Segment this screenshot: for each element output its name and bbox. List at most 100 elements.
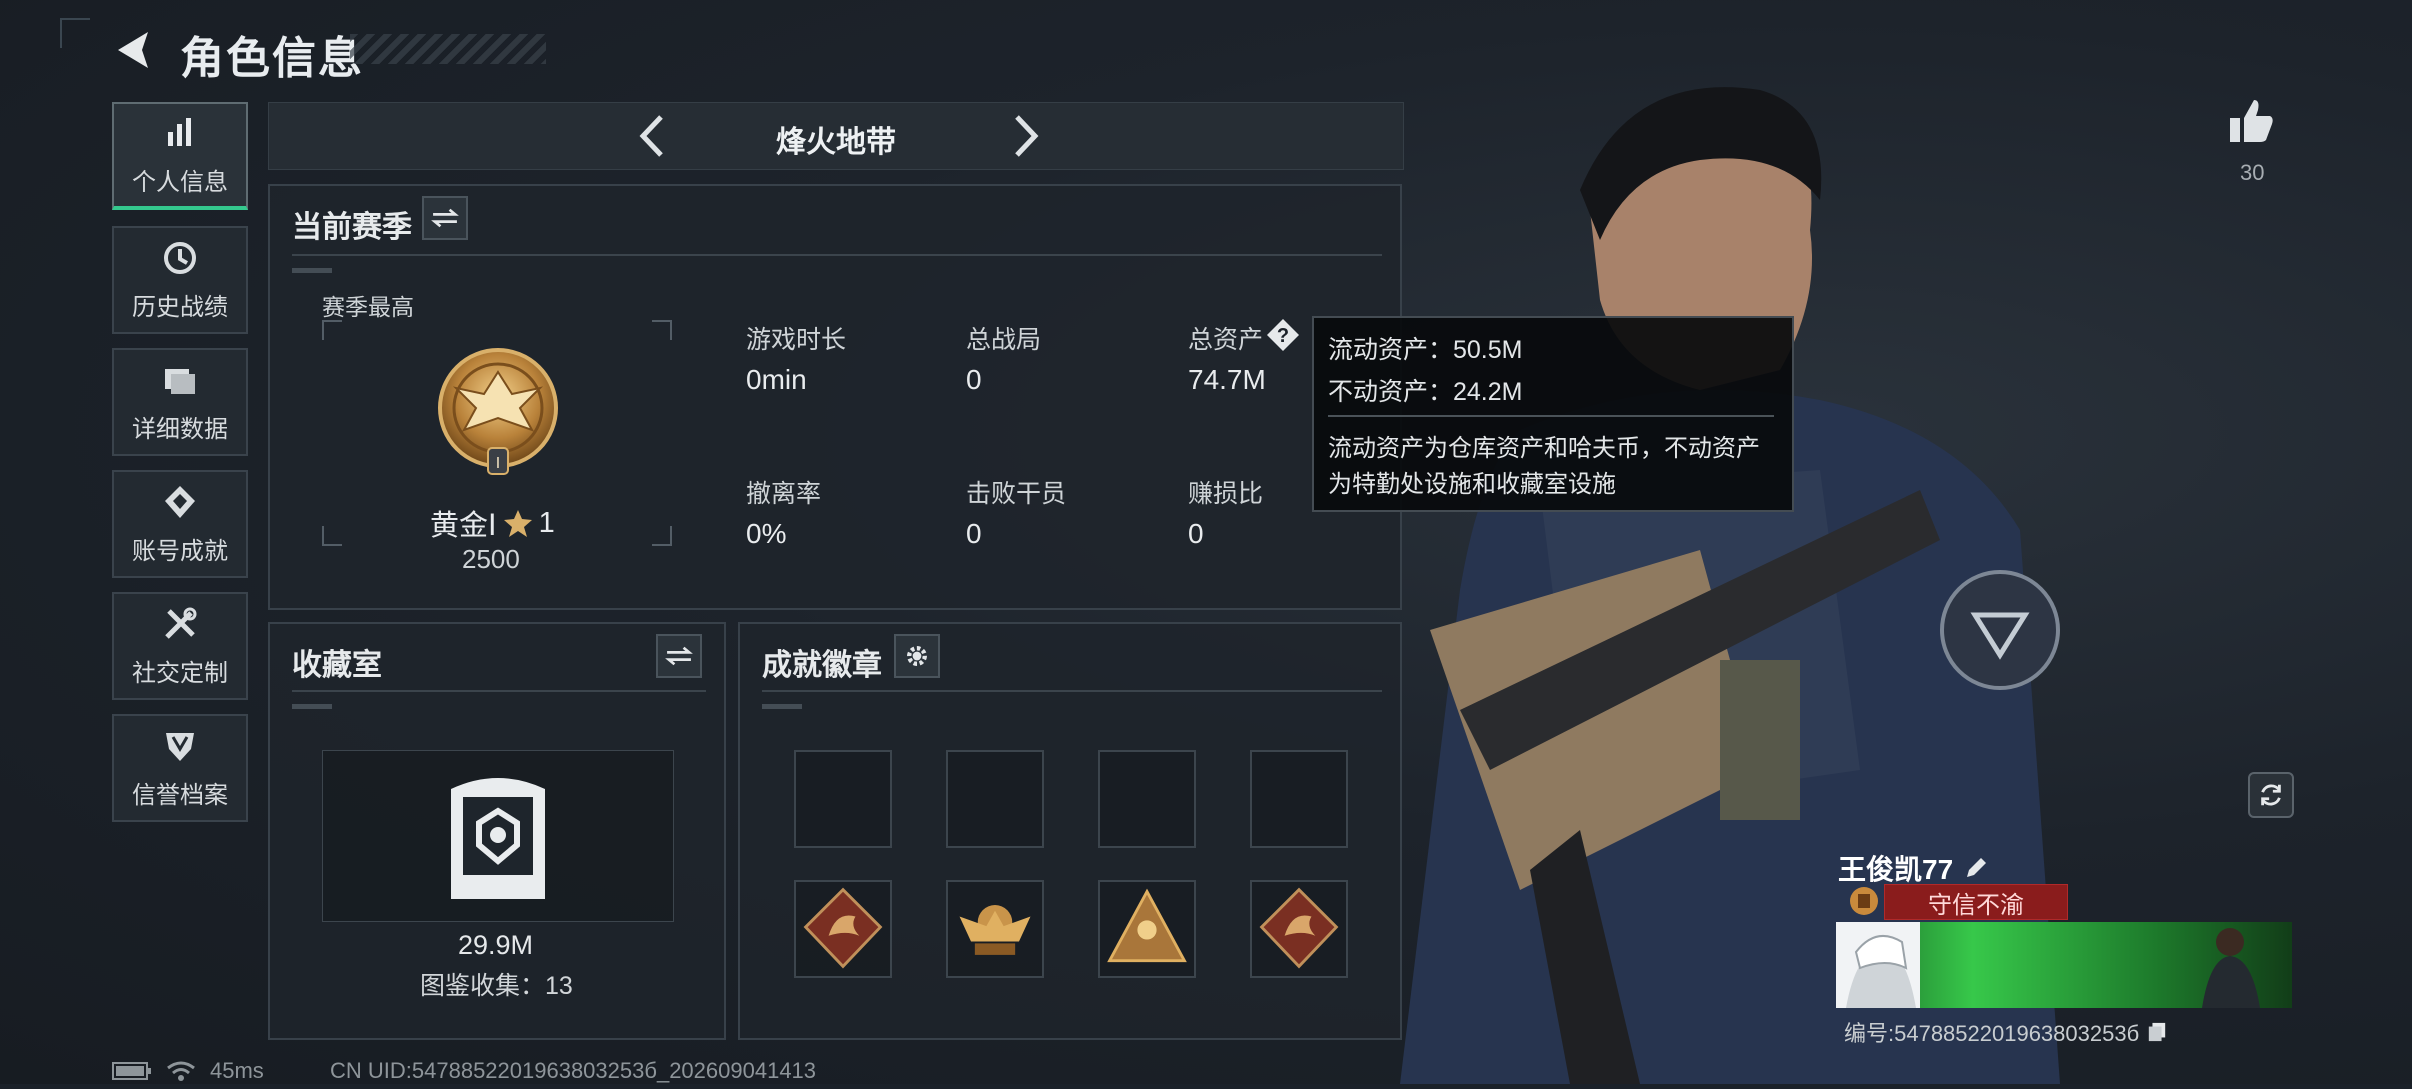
pyramid-badge-icon [1107, 888, 1187, 963]
gold-rank-emblem-icon: I [428, 344, 568, 484]
decoration [292, 704, 332, 709]
shield-icon [166, 732, 194, 761]
likes-count: 30 [2240, 160, 2265, 185]
wifi-icon [167, 1061, 195, 1081]
back-arrow-icon[interactable] [112, 28, 156, 72]
title-stripe-decoration [350, 34, 546, 64]
vault-icon [451, 778, 545, 899]
decoration [292, 268, 332, 273]
stat-label-playtime: 游戏时长 [746, 326, 847, 354]
badge-slot-empty[interactable] [1250, 750, 1348, 848]
sidebar-item-label: 账号成就 [132, 537, 228, 565]
folder-icon [165, 368, 195, 394]
player-name-row: 王俊凯77 [1838, 848, 1989, 888]
svg-text:?: ? [1277, 325, 1289, 347]
badge-slot-empty[interactable] [946, 750, 1044, 848]
sidebar-item-history[interactable]: 历史战绩 [112, 226, 248, 334]
stat-label-total-assets: 总资产 [1188, 326, 1264, 354]
dragon-badge-icon [803, 887, 883, 969]
season-switch-button[interactable] [422, 196, 468, 240]
rank-name-row: 黄金Ⅰ 1 [430, 502, 555, 544]
history-icon [164, 241, 196, 274]
tools-icon [165, 607, 197, 639]
collection-catalog: 图鉴收集：13 [420, 972, 573, 1000]
decoration [762, 704, 802, 709]
eagle-badge-icon [959, 905, 1031, 955]
cn-uid-text: CN UID:5478852201963803253б_202609041413 [330, 1058, 817, 1083]
collection-title: 收藏室 [292, 649, 382, 682]
stat-value-kills: 0 [966, 518, 982, 549]
stat-value-total-assets: 74.7M [1188, 364, 1266, 395]
banner-character [2202, 928, 2260, 1008]
battery-icon [112, 1062, 151, 1080]
ping-text: 45ms [210, 1058, 264, 1083]
sidebar-item-reputation[interactable]: 信誉档案 [112, 714, 248, 822]
achievement-icon [165, 485, 195, 518]
refresh-icon [2261, 784, 2281, 806]
rank-score: 2500 [462, 544, 520, 574]
star-icon [503, 510, 532, 537]
tooltip-divider [1328, 415, 1774, 417]
player-name: 王俊凯77 [1838, 854, 1954, 885]
rank-name: 黄金Ⅰ [430, 510, 497, 542]
stat-label-total-matches: 总战局 [966, 326, 1042, 354]
tooltip-description-line2: 为特勤处设施和收藏室设施 [1328, 471, 1616, 498]
honor-emblem-icon [1846, 884, 1882, 918]
stat-label-profit-ratio: 赚损比 [1188, 480, 1264, 508]
bar-chart-icon [168, 117, 191, 146]
gear-icon [907, 646, 927, 666]
mode-selector: 烽火地带 [268, 102, 1404, 170]
badge-slot[interactable] [1098, 880, 1196, 978]
mode-name: 烽火地带 [776, 126, 896, 159]
collection-preview[interactable] [322, 750, 674, 922]
badge-slot[interactable] [794, 880, 892, 978]
svg-text:I: I [496, 455, 500, 472]
corner-decoration [60, 18, 90, 48]
dragon-badge-icon [1259, 887, 1339, 969]
refresh-button[interactable] [2248, 772, 2294, 818]
sidebar-item-detail-data[interactable]: 详细数据 [112, 348, 248, 456]
achievements-title: 成就徽章 [762, 649, 882, 682]
badge-slot[interactable] [946, 880, 1044, 978]
assets-tooltip: 流动资产：50.5M 不动资产：24.2M 流动资产为仓库资产和哈夫币，不动资产… [1312, 316, 1794, 512]
sidebar-item-social[interactable]: 社交定制 [112, 592, 248, 700]
swap-icon [431, 208, 459, 228]
thumbs-up-icon[interactable] [2226, 96, 2276, 151]
stat-value-profit-ratio: 0 [1188, 518, 1204, 549]
sidebar-item-label: 历史战绩 [132, 293, 228, 321]
stat-value-total-matches: 0 [966, 364, 982, 395]
tooltip-description-line1: 流动资产为仓库资产和哈夫币，不动资产 [1328, 435, 1760, 462]
status-bar: 45ms [112, 1058, 264, 1084]
player-id-row: 编号:5478852201963803253б [1844, 1016, 2167, 1048]
sidebar-item-achievements[interactable]: 账号成就 [112, 470, 248, 578]
tooltip-liquid-assets: 流动资产：50.5M [1328, 336, 1523, 364]
divider [292, 690, 706, 692]
badge-slot[interactable] [1250, 880, 1348, 978]
help-icon[interactable]: ? [1266, 318, 1300, 352]
collection-switch-button[interactable] [656, 634, 702, 678]
sidebar-item-label: 社交定制 [132, 659, 228, 687]
stat-value-playtime: 0min [746, 364, 807, 395]
badge-slot-empty[interactable] [794, 750, 892, 848]
divider [292, 254, 1382, 256]
stat-label-kills: 击败干员 [966, 480, 1067, 508]
collection-value: 29.9M [458, 930, 534, 960]
season-title: 当前赛季 [292, 211, 412, 244]
copy-icon[interactable] [2147, 1021, 2167, 1043]
edit-icon[interactable] [1963, 855, 1989, 881]
chevron-right-icon[interactable] [1005, 111, 1045, 161]
banner-portrait [1836, 922, 1920, 1008]
stat-value-extraction-rate: 0% [746, 518, 787, 549]
sidebar-item-personal-info[interactable]: 个人信息 [112, 102, 248, 210]
player-id: 编号:5478852201963803253б [1844, 1021, 2140, 1046]
season-best-label: 赛季最高 [322, 294, 414, 320]
divider [762, 690, 1382, 692]
achievements-settings-button[interactable] [894, 634, 940, 678]
badge-slot-empty[interactable] [1098, 750, 1196, 848]
sidebar-item-label: 详细数据 [132, 415, 228, 443]
player-banner[interactable] [1836, 922, 2292, 1008]
rank-stars: 1 [538, 506, 555, 539]
stat-label-extraction-rate: 撤离率 [746, 480, 822, 508]
page-title: 角色信息 [180, 34, 364, 83]
tooltip-fixed-assets: 不动资产：24.2M [1328, 378, 1523, 406]
